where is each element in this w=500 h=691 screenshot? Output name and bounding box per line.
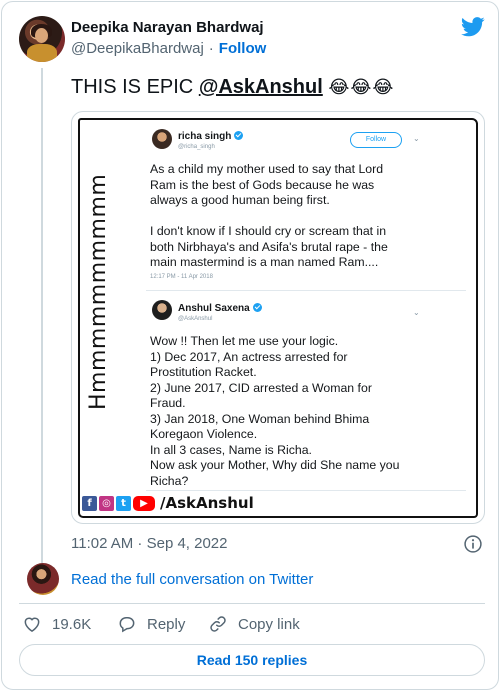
reply-bubble-icon <box>119 617 135 633</box>
embedded-divider-bottom <box>146 490 466 491</box>
like-count: 19.6K <box>52 615 92 633</box>
mention-link[interactable]: @AskAnshul <box>199 76 323 98</box>
verified-icon <box>252 303 262 312</box>
verified-icon <box>234 131 244 140</box>
image-side-text: Hmmmmmmmmmm <box>86 173 111 410</box>
author-handle-line: @DeepikaBhardwaj · Follow <box>71 40 266 57</box>
richa-handle: @richa_singh <box>178 144 215 150</box>
author-avatar[interactable] <box>19 16 65 62</box>
brand-bar: f ◎ t ▶ /AskAnshul <box>82 493 254 513</box>
chevron-down-icon: ⌄ <box>413 134 420 143</box>
chevron-down-icon: ⌄ <box>413 308 420 317</box>
richa-tweet-time: 12:17 PM - 11 Apr 2018 <box>150 274 213 280</box>
reply-label: Reply <box>147 615 186 633</box>
link-icon <box>210 616 226 632</box>
actions-divider <box>19 603 485 604</box>
facebook-icon: f <box>82 495 97 511</box>
copy-link-button[interactable]: Copy link <box>208 612 300 636</box>
follow-button[interactable]: Follow <box>219 40 267 57</box>
like-button[interactable]: 19.6K <box>22 612 91 636</box>
tweet-text: THIS IS EPIC @AskAnshul 😂😂😂 <box>71 74 394 100</box>
thread-line <box>41 68 43 564</box>
embedded-follow-button: Follow <box>350 132 402 148</box>
heart-icon <box>24 617 40 632</box>
richa-avatar <box>152 129 172 149</box>
brand-handle: /AskAnshul <box>160 494 254 512</box>
twitter-bird-icon[interactable] <box>461 17 485 37</box>
youtube-icon: ▶ <box>133 495 155 511</box>
reply-button[interactable]: Reply <box>117 612 185 636</box>
tweet-text-prefix: THIS IS EPIC <box>71 76 199 98</box>
read-conversation-link[interactable]: Read the full conversation on Twitter <box>71 571 313 588</box>
instagram-icon: ◎ <box>99 495 114 511</box>
tweet-timestamp[interactable]: 11:02 AM · Sep 4, 2022 <box>71 535 228 552</box>
copy-link-label: Copy link <box>238 615 300 633</box>
anshul-tweet-text: Wow !! Then let me use your logic. 1) De… <box>150 334 400 488</box>
richa-name: richa singh <box>178 131 244 142</box>
tweet-card: Deepika Narayan Bhardwaj @DeepikaBhardwa… <box>1 1 499 690</box>
anshul-name: Anshul Saxena <box>178 303 262 314</box>
laughing-emoji: 😂😂😂 <box>328 77 395 97</box>
anshul-handle: @AskAnshul <box>178 316 213 322</box>
read-replies-button[interactable]: Read 150 replies <box>19 644 485 676</box>
info-icon[interactable] <box>463 534 483 554</box>
conversation-avatar[interactable] <box>27 563 59 595</box>
embedded-tweets-screenshot: richa singh @richa_singh Follow ⌄ As a c… <box>132 124 472 496</box>
richa-tweet-text: As a child my mother used to say that Lo… <box>150 162 388 269</box>
author-name[interactable]: Deepika Narayan Bhardwaj <box>71 19 264 36</box>
embedded-divider <box>146 290 466 291</box>
author-handle[interactable]: @DeepikaBhardwaj <box>71 40 204 57</box>
twitter-icon: t <box>116 495 131 511</box>
anshul-avatar <box>152 300 172 320</box>
tweet-media-image[interactable]: Hmmmmmmmmmm richa singh @richa_singh Fol… <box>71 111 485 524</box>
separator-dot: · <box>208 40 214 57</box>
